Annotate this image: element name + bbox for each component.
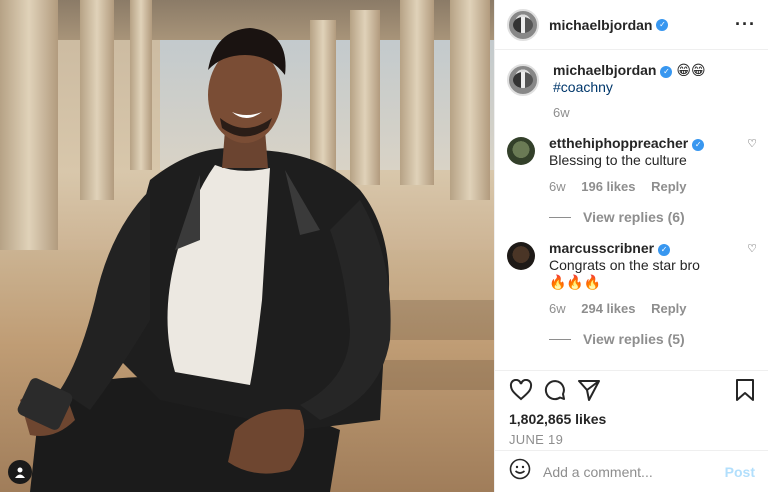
verified-badge-icon: ✓ xyxy=(660,66,673,78)
post-actions: 1,802,865 likes JUNE 19 xyxy=(495,370,768,450)
comment-icon[interactable] xyxy=(543,378,567,407)
comments-list[interactable]: michaelbjordan ✓ 😁😁 #coachny 6w etthehiph… xyxy=(495,62,768,368)
author-avatar[interactable] xyxy=(507,8,539,41)
caption-avatar[interactable] xyxy=(507,64,539,96)
comment-emojis: 🔥🔥🔥 xyxy=(549,274,602,290)
verified-badge-icon: ✓ xyxy=(656,18,669,31)
heart-icon[interactable] xyxy=(509,378,533,406)
share-icon[interactable] xyxy=(577,378,601,407)
commenter-avatar[interactable] xyxy=(507,137,535,165)
caption-age[interactable]: 6w xyxy=(553,105,570,120)
caption-hashtag[interactable]: #coachny xyxy=(553,79,757,96)
more-options-button[interactable]: ··· xyxy=(735,14,756,35)
comment-author[interactable]: etthehiphoppreacher xyxy=(549,135,688,151)
comment-item: marcusscribner ✓ Congrats on the star bro… xyxy=(507,240,757,348)
view-replies-label: View replies (5) xyxy=(583,331,685,347)
caption-author[interactable]: michaelbjordan xyxy=(553,62,656,78)
post-comment-button[interactable]: Post xyxy=(725,464,755,480)
caption-emojis: 😁😁 xyxy=(676,62,706,78)
user-tag-icon[interactable] xyxy=(8,460,32,484)
comment-like-icon[interactable]: ♡ xyxy=(747,137,757,150)
verified-badge-icon: ✓ xyxy=(692,139,705,151)
comment-author[interactable]: marcusscribner xyxy=(549,240,654,256)
comment-likes[interactable]: 196 likes xyxy=(581,179,635,194)
view-replies-button[interactable]: View replies (5) xyxy=(549,331,757,348)
post-date[interactable]: JUNE 19 xyxy=(509,432,755,447)
comment-item: etthehiphoppreacher ✓ Blessing to the cul… xyxy=(507,135,757,226)
post-header: michaelbjordan ✓ ··· xyxy=(495,0,768,50)
post-side-panel: michaelbjordan ✓ ··· michaelbjordan ✓ 😁😁 … xyxy=(494,0,768,492)
view-replies-label: View replies (6) xyxy=(583,209,685,225)
comment-text: Blessing to the culture xyxy=(549,152,687,168)
comment-text: Congrats on the star bro xyxy=(549,257,700,273)
emoji-icon[interactable] xyxy=(509,458,531,485)
person-figure xyxy=(17,28,391,492)
comment-age[interactable]: 6w xyxy=(549,179,566,194)
likes-count[interactable]: 1,802,865 likes xyxy=(509,411,755,427)
add-comment-input[interactable]: Add a comment... xyxy=(543,464,653,480)
post-photo[interactable] xyxy=(0,0,494,492)
comment-age[interactable]: 6w xyxy=(549,301,566,316)
reply-button[interactable]: Reply xyxy=(651,301,686,316)
caption: michaelbjordan ✓ 😁😁 #coachny 6w xyxy=(507,62,757,121)
reply-button[interactable]: Reply xyxy=(651,179,686,194)
comment-likes[interactable]: 294 likes xyxy=(581,301,635,316)
commenter-avatar[interactable] xyxy=(507,242,535,270)
add-comment-bar: Add a comment... Post xyxy=(495,450,768,492)
view-replies-button[interactable]: View replies (6) xyxy=(549,209,757,226)
bookmark-icon[interactable] xyxy=(735,378,755,407)
comment-like-icon[interactable]: ♡ xyxy=(747,242,757,255)
verified-badge-icon: ✓ xyxy=(658,244,671,256)
author-username[interactable]: michaelbjordan xyxy=(549,17,652,33)
